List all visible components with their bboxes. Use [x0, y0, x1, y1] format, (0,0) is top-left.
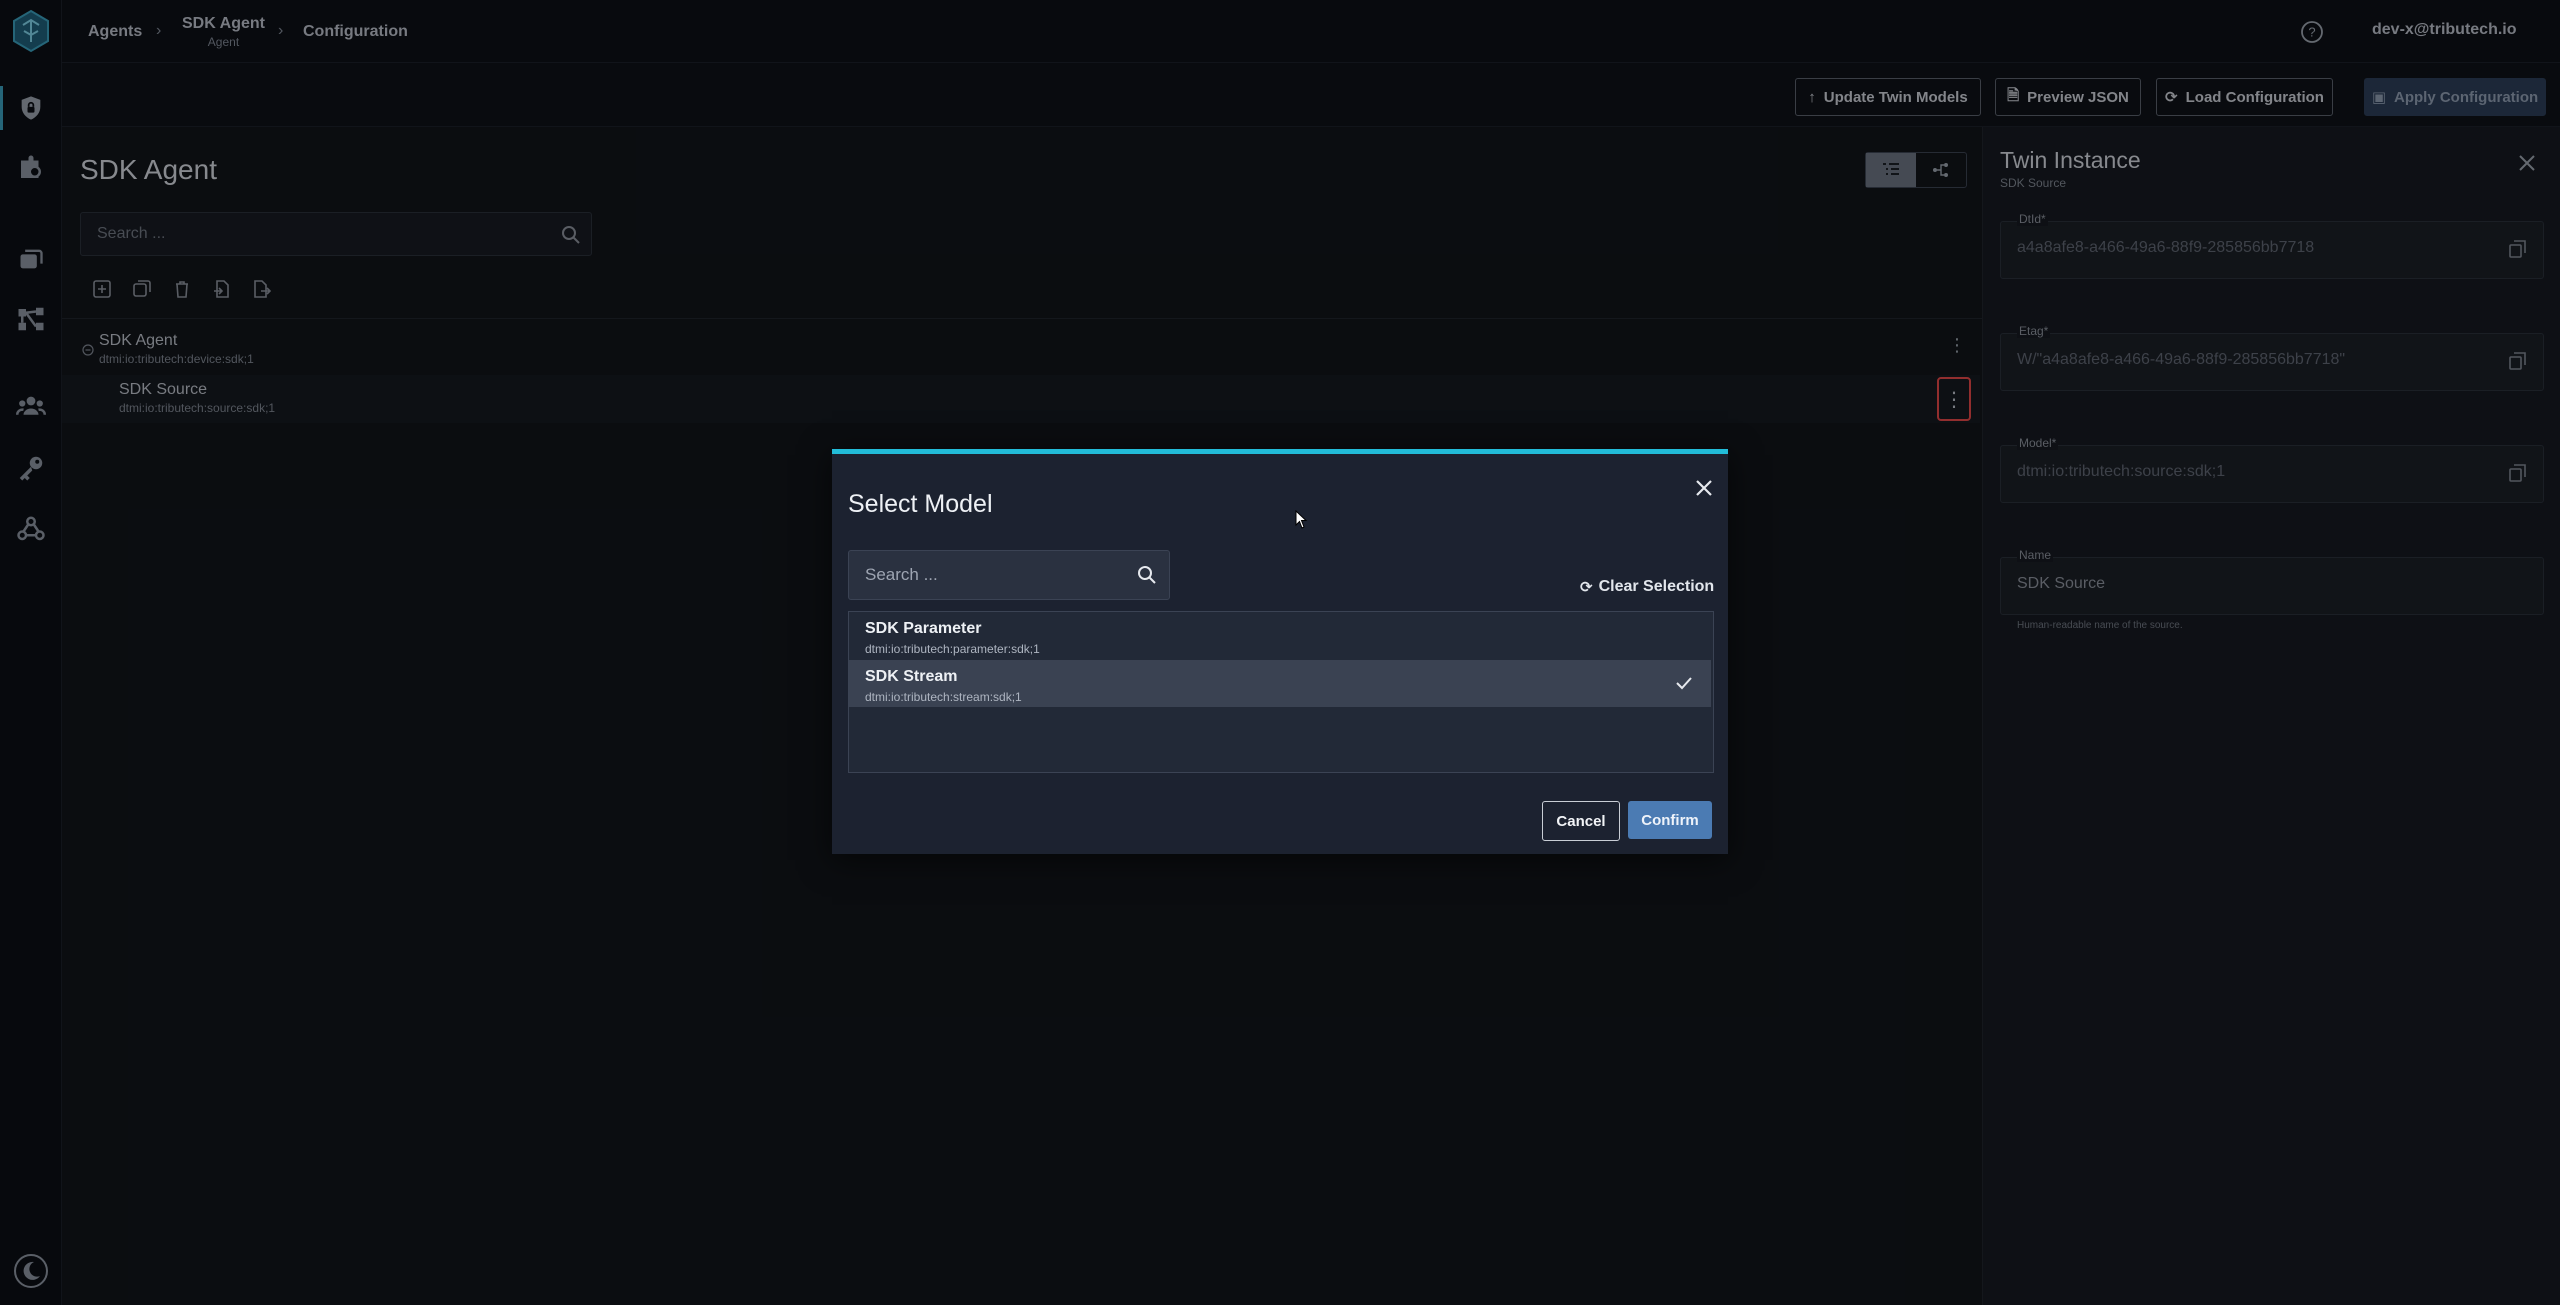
checkmark-icon	[1676, 677, 1692, 690]
dialog-title: Select Model	[848, 490, 993, 518]
model-list: SDK Parameter dtmi:io:tributech:paramete…	[848, 611, 1714, 773]
refresh-icon: ⟳	[1580, 579, 1593, 596]
list-item-sdk-parameter[interactable]: SDK Parameter dtmi:io:tributech:paramete…	[849, 612, 1711, 659]
clear-selection-button[interactable]: ⟳ Clear Selection	[1580, 578, 1714, 596]
cursor-icon	[1295, 510, 1308, 529]
close-icon[interactable]	[1694, 478, 1714, 498]
select-model-dialog: Select Model Search ... ⟳ Clear Selectio…	[832, 449, 1728, 854]
model-search-input[interactable]: Search ...	[848, 550, 1170, 600]
confirm-button[interactable]: Confirm	[1628, 801, 1712, 839]
cancel-button[interactable]: Cancel	[1542, 801, 1620, 841]
search-icon	[1138, 566, 1156, 584]
list-item-sdk-stream[interactable]: SDK Stream dtmi:io:tributech:stream:sdk;…	[849, 660, 1711, 707]
